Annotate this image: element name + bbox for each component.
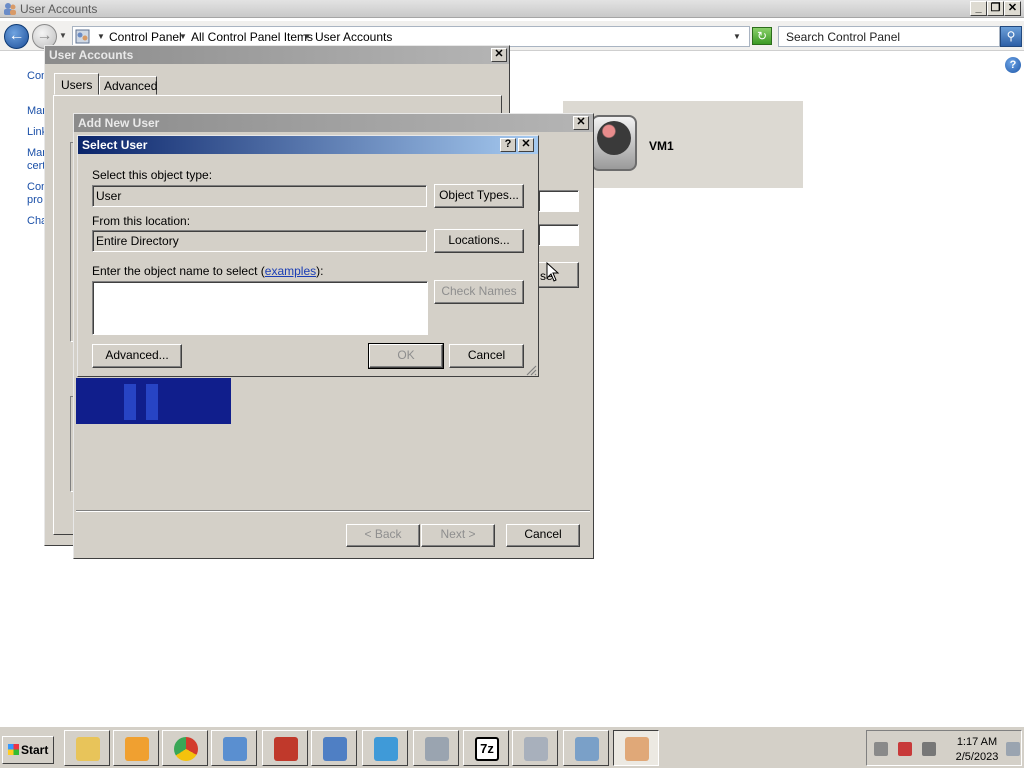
server-manager-icon bbox=[223, 737, 247, 761]
network-settings-icon bbox=[374, 737, 398, 761]
taskbar-app-button[interactable] bbox=[262, 730, 308, 766]
add-new-user-close-icon[interactable]: ✕ bbox=[573, 116, 589, 130]
taskbar-app-button[interactable] bbox=[563, 730, 609, 766]
user-accounts-close-icon[interactable]: ✕ bbox=[491, 48, 507, 62]
location-label: From this location: bbox=[92, 214, 191, 228]
domain-field[interactable] bbox=[538, 224, 579, 246]
network-transfer-icon bbox=[323, 737, 347, 761]
taskbar-app-button-active[interactable] bbox=[613, 730, 659, 766]
clock-time: 1:17 AM bbox=[956, 736, 998, 748]
check-names-button[interactable]: Check Names bbox=[434, 280, 524, 304]
location-field: Entire Directory bbox=[92, 230, 427, 252]
breadcrumb-all-items[interactable]: All Control Panel Items bbox=[191, 30, 313, 44]
vm-disc-icon bbox=[591, 115, 637, 171]
select-user-dialog-title: Select User bbox=[78, 136, 538, 154]
minimize-button[interactable]: _ bbox=[970, 1, 987, 16]
breadcrumb-user-accounts[interactable]: User Accounts bbox=[315, 30, 392, 44]
address-dropdown-icon[interactable]: ▼ bbox=[733, 32, 741, 41]
tab-users[interactable]: Users bbox=[54, 73, 99, 95]
ok-button[interactable]: OK bbox=[368, 343, 444, 369]
start-label: Start bbox=[21, 743, 49, 757]
next-button[interactable]: Next > bbox=[421, 524, 495, 547]
media-player-icon bbox=[125, 737, 149, 761]
windows-app-icon bbox=[524, 737, 548, 761]
volume-muted-icon[interactable] bbox=[922, 742, 936, 756]
taskbar-app-button[interactable] bbox=[64, 730, 110, 766]
taskbar-app-button[interactable] bbox=[311, 730, 357, 766]
user-accounts-icon bbox=[4, 3, 16, 15]
monitor-tray-icon[interactable] bbox=[1006, 742, 1020, 756]
recent-pages-chevron-icon[interactable]: ▼ bbox=[59, 31, 67, 40]
vm-account-panel[interactable]: VM1 bbox=[563, 101, 803, 188]
back-button[interactable]: < Back bbox=[346, 524, 420, 547]
left-link[interactable]: cert bbox=[27, 160, 45, 172]
taskbar-app-button[interactable] bbox=[413, 730, 459, 766]
left-link[interactable]: pro bbox=[27, 194, 43, 206]
select-user-help-icon[interactable]: ? bbox=[500, 138, 516, 152]
close-button[interactable]: ✕ bbox=[1004, 1, 1021, 16]
taskbar-app-button[interactable] bbox=[162, 730, 208, 766]
back-arrow-icon[interactable]: ← bbox=[4, 24, 29, 49]
object-types-button[interactable]: Object Types... bbox=[434, 184, 524, 208]
clock[interactable]: 1:17 AM 2/5/2023 bbox=[951, 735, 1003, 765]
system-tray: 1:17 AM 2/5/2023 bbox=[866, 730, 1022, 766]
taskbar: Start 7z 1:17 AM 2/5/2023 bbox=[0, 726, 1024, 768]
remote-desktop-icon bbox=[575, 737, 599, 761]
windows-flag-icon bbox=[8, 744, 19, 755]
window-title: User Accounts bbox=[20, 2, 98, 16]
taskbar-app-button[interactable] bbox=[362, 730, 408, 766]
explorer-icon bbox=[76, 737, 100, 761]
refresh-icon[interactable]: ↻ bbox=[752, 27, 772, 45]
breadcrumb-chevron-icon[interactable]: ▼ bbox=[303, 32, 311, 41]
object-name-input[interactable] bbox=[92, 281, 428, 335]
breadcrumb-chevron-icon[interactable]: ▼ bbox=[97, 32, 105, 41]
action-center-tray-icon[interactable] bbox=[898, 742, 912, 756]
toolbox-icon bbox=[274, 737, 298, 761]
object-name-label-suffix: ): bbox=[316, 264, 324, 278]
tab-advanced[interactable]: Advanced bbox=[99, 76, 157, 95]
taskbar-app-button[interactable] bbox=[211, 730, 257, 766]
restore-button[interactable]: ❐ bbox=[987, 1, 1004, 16]
breadcrumb-control-panel[interactable]: Control Panel bbox=[109, 30, 182, 44]
taskbar-app-button[interactable] bbox=[512, 730, 558, 766]
wizard-separator bbox=[76, 510, 590, 511]
user-name-field[interactable] bbox=[538, 190, 579, 212]
select-user-dialog: Select User ? ✕ Select this object type:… bbox=[77, 135, 539, 377]
object-type-field: User bbox=[92, 185, 427, 207]
chrome-icon bbox=[174, 737, 198, 761]
user-accounts-icon bbox=[625, 737, 649, 761]
search-icon[interactable]: ⚲ bbox=[1000, 26, 1022, 47]
help-icon[interactable]: ? bbox=[1005, 57, 1021, 73]
control-panel-icon bbox=[75, 29, 90, 44]
7zip-icon: 7z bbox=[475, 737, 499, 761]
user-accounts-dialog-title: User Accounts bbox=[45, 46, 509, 64]
wizard-cancel-button[interactable]: Cancel bbox=[506, 524, 580, 547]
object-type-label: Select this object type: bbox=[92, 168, 213, 182]
wizard-banner-image bbox=[76, 378, 231, 424]
network-tray-icon[interactable] bbox=[874, 742, 888, 756]
locations-button[interactable]: Locations... bbox=[434, 229, 524, 253]
vm-label: VM1 bbox=[649, 139, 674, 153]
object-name-label: Enter the object name to select (example… bbox=[92, 264, 323, 278]
object-name-label-prefix: Enter the object name to select ( bbox=[92, 264, 265, 278]
select-user-close-icon[interactable]: ✕ bbox=[518, 138, 534, 152]
start-button[interactable]: Start bbox=[2, 736, 54, 764]
address-bar[interactable]: ▼ Control Panel ▼ All Control Panel Item… bbox=[72, 26, 750, 47]
cancel-button[interactable]: Cancel bbox=[449, 344, 524, 368]
taskbar-app-button[interactable] bbox=[113, 730, 159, 766]
add-new-user-dialog-title: Add New User bbox=[74, 114, 593, 132]
examples-link[interactable]: examples bbox=[265, 264, 316, 278]
main-window-titlebar: User Accounts _ ❐ ✕ bbox=[0, 0, 1024, 18]
taskbar-app-button[interactable]: 7z bbox=[463, 730, 509, 766]
breadcrumb-chevron-icon[interactable]: ▼ bbox=[179, 32, 187, 41]
mouse-cursor-icon bbox=[546, 262, 560, 282]
clock-date: 2/5/2023 bbox=[955, 751, 999, 763]
search-input[interactable]: Search Control Panel bbox=[778, 26, 1000, 47]
resize-grip-icon[interactable] bbox=[525, 364, 537, 376]
shield-app-icon bbox=[425, 737, 449, 761]
advanced-button[interactable]: Advanced... bbox=[92, 344, 182, 368]
